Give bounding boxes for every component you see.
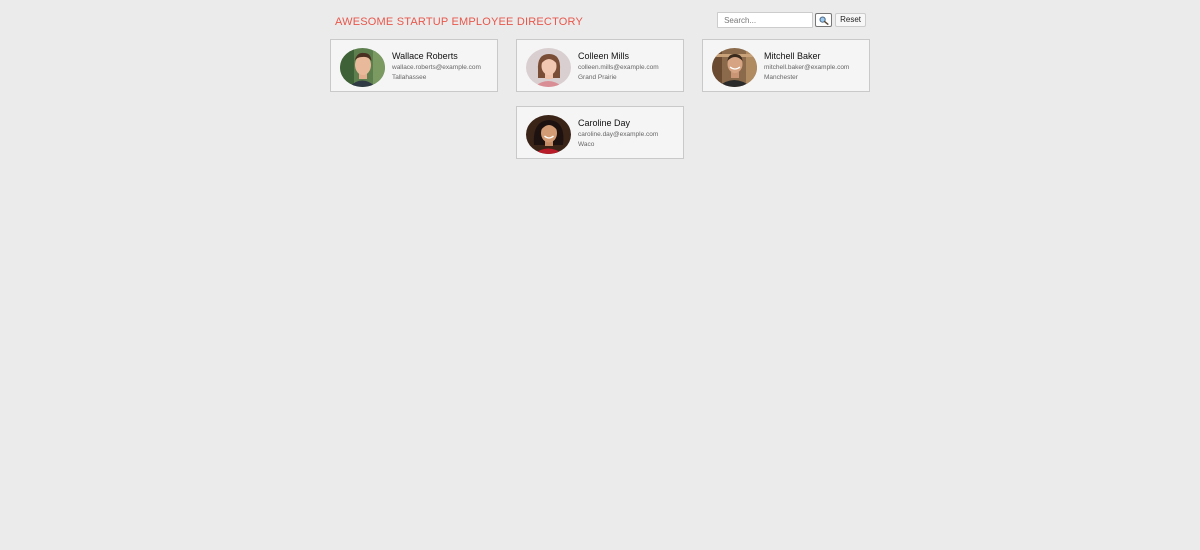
employee-name: Colleen Mills [578,51,630,61]
employee-card[interactable]: Caroline Day caroline.day@example.com Wa… [516,106,684,159]
employee-info: Mitchell Baker mitchell.baker@example.co… [764,51,849,82]
avatar [712,48,757,87]
employee-info: Wallace Roberts wallace.roberts@example.… [392,51,481,82]
employee-name: Caroline Day [578,118,631,128]
employee-card[interactable]: Wallace Roberts wallace.roberts@example.… [330,39,498,92]
magnifier-icon [819,13,829,28]
avatar [526,48,571,87]
page-title: AWESOME STARTUP EMPLOYEE DIRECTORY [335,16,584,28]
employee-city: Waco [578,141,595,148]
search-button[interactable] [815,13,833,28]
employee-card[interactable]: Colleen Mills colleen.mills@example.com … [516,39,684,92]
search-input[interactable] [717,12,814,28]
employee-city: Tallahassee [392,74,427,81]
employee-city: Manchester [764,74,798,81]
header: AWESOME STARTUP EMPLOYEE DIRECTORY Reset [330,12,870,32]
employee-city: Grand Prairie [578,74,617,81]
search-form: Reset [717,12,866,28]
avatar [340,48,385,87]
employee-directory-page: AWESOME STARTUP EMPLOYEE DIRECTORY Reset [0,0,1200,550]
employee-email: wallace.roberts@example.com [392,64,481,71]
reset-button[interactable]: Reset [835,13,866,27]
employee-email: mitchell.baker@example.com [764,64,850,71]
employee-name: Wallace Roberts [392,51,458,61]
avatar [526,115,571,154]
employee-name: Mitchell Baker [764,51,821,61]
employee-card[interactable]: Mitchell Baker mitchell.baker@example.co… [702,39,870,92]
employee-info: Colleen Mills colleen.mills@example.com … [578,51,659,82]
employee-email: caroline.day@example.com [578,131,659,138]
employee-info: Caroline Day caroline.day@example.com Wa… [578,118,658,149]
employee-email: colleen.mills@example.com [578,64,659,71]
